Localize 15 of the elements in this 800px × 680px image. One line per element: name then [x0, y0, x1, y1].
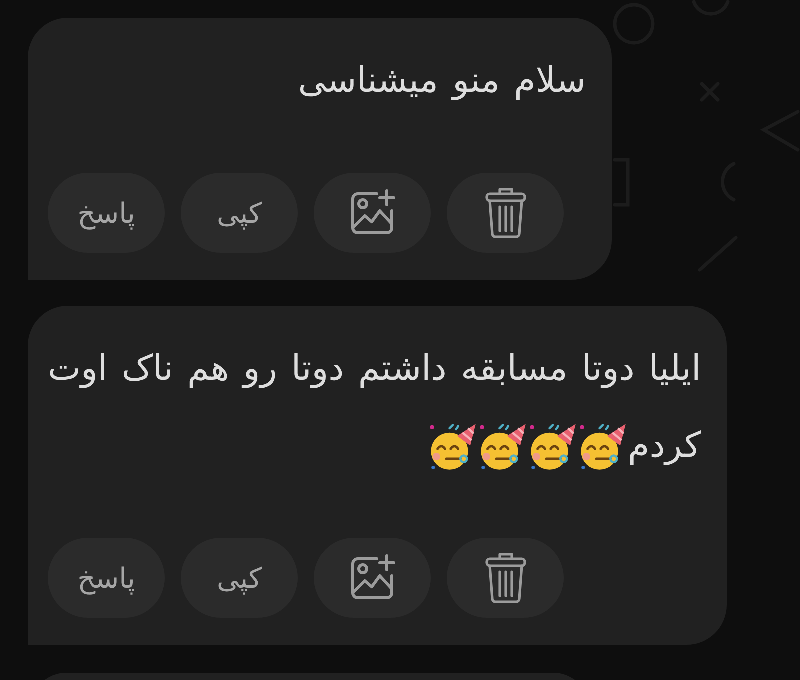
message-text: ایلیا دوتا مسابقه داشتم دوتا رو هم ناک اوت	[48, 349, 702, 389]
trash-icon	[484, 552, 526, 604]
image-plus-icon	[348, 554, 396, 602]
partying-face-icon	[429, 423, 478, 472]
partying-face-icon	[579, 423, 628, 472]
reply-button[interactable]: پاسخ	[48, 173, 165, 253]
copy-button[interactable]: کپی	[181, 173, 298, 253]
reply-button[interactable]: پاسخ	[48, 538, 165, 618]
image-plus-icon	[348, 189, 396, 237]
trash-icon	[484, 187, 526, 239]
message-text: کردم	[628, 426, 702, 466]
partying-face-icon	[529, 423, 578, 472]
partying-face-icon	[479, 423, 528, 472]
message-text: سلام منو میشناسی	[298, 61, 586, 101]
copy-button[interactable]: کپی	[181, 538, 298, 618]
